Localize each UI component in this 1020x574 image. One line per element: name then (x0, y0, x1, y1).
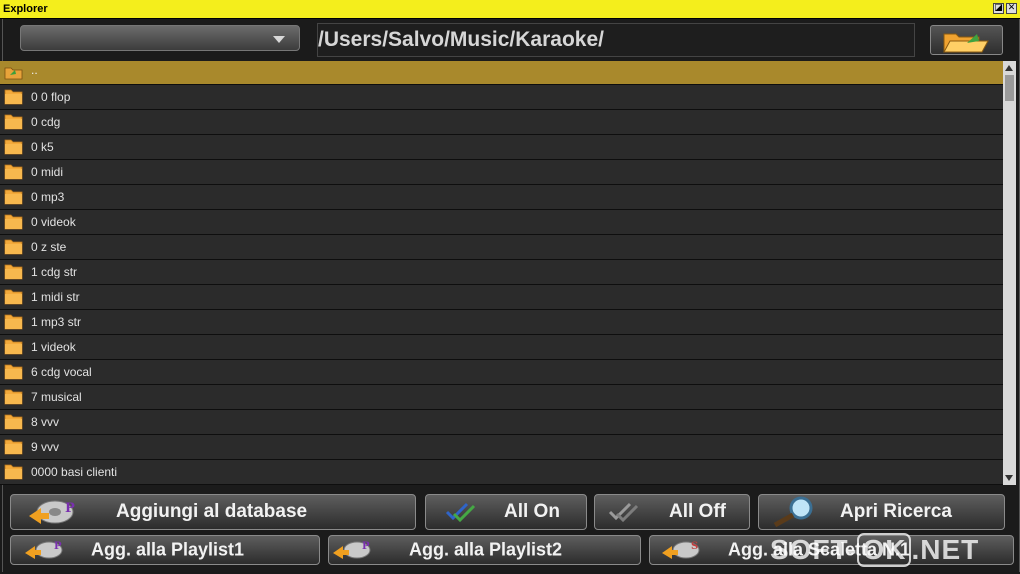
list-item[interactable]: 0 z ste (0, 235, 1003, 260)
list-item[interactable]: 0 k5 (0, 135, 1003, 160)
list-item[interactable]: 9 vvv (0, 435, 1003, 460)
list-item[interactable]: 0 midi (0, 160, 1003, 185)
list-item-label: 0000 basi clienti (31, 465, 118, 479)
checkmarks-on-icon (445, 502, 476, 523)
folder-open-icon (943, 33, 989, 53)
list-item[interactable]: 0000 basi clienti (0, 460, 1003, 485)
close-icon[interactable]: ✕ (1006, 3, 1017, 14)
folder-icon (4, 439, 23, 455)
open-search-button[interactable]: Apri Ricerca (758, 494, 1005, 530)
list-item-label: 0 mp3 (31, 190, 65, 204)
folder-icon (4, 264, 23, 280)
list-item[interactable]: 0 cdg (0, 110, 1003, 135)
folder-icon (4, 339, 23, 355)
all-off-label: All Off (669, 501, 726, 522)
svg-text:P: P (362, 541, 370, 552)
playlist-add-icon: P (25, 541, 63, 559)
path-field[interactable]: /Users/Salvo/Music/Karaoke/ (317, 23, 915, 57)
file-list: .. 0 0 flop 0 cdg 0 k5 0 midi 0 mp3 0 videok 0… (0, 61, 1003, 485)
folder-icon (4, 139, 23, 155)
open-search-label: Apri Ricerca (840, 501, 952, 522)
list-item-label: 1 videok (31, 340, 76, 354)
svg-text:S: S (691, 541, 698, 552)
folder-icon (4, 114, 23, 130)
scroll-up-icon[interactable] (1005, 65, 1013, 71)
folder-icon (4, 414, 23, 430)
add-to-database-button[interactable]: P Aggiungi al database (10, 494, 416, 530)
folder-icon (4, 389, 23, 405)
folder-icon (4, 214, 23, 230)
folder-icon (4, 189, 23, 205)
list-item-label: .. (31, 63, 38, 77)
list-item-label: 0 cdg (31, 115, 61, 129)
svg-text:P: P (65, 501, 75, 516)
add-to-playlist1-label: Agg. alla Playlist1 (91, 539, 245, 560)
all-off-button[interactable]: All Off (594, 494, 750, 530)
add-to-database-label: Aggiungi al database (116, 501, 308, 522)
watermark-text-2: OK (857, 533, 912, 567)
parent-directory-row[interactable]: .. (0, 61, 1003, 85)
watermark: SOFT- OK .NET (770, 533, 979, 567)
list-item-label: 1 cdg str (31, 265, 78, 279)
list-item-label: 1 midi str (31, 290, 80, 304)
database-add-icon: P (29, 500, 75, 524)
folder-icon (4, 89, 23, 105)
location-dropdown[interactable] (20, 25, 300, 51)
svg-text:P: P (54, 541, 62, 552)
list-item[interactable]: 1 videok (0, 335, 1003, 360)
list-item-label: 0 midi (31, 165, 64, 179)
add-to-playlist2-button[interactable]: P Agg. alla Playlist2 (328, 535, 641, 565)
list-item-label: 1 mp3 str (31, 315, 82, 329)
all-on-label: All On (504, 501, 560, 522)
chevron-down-icon (273, 36, 285, 43)
list-item-label: 9 vvv (31, 440, 60, 454)
scroll-thumb[interactable] (1005, 75, 1014, 101)
restore-icon[interactable]: ◪ (993, 3, 1004, 14)
list-item[interactable]: 0 mp3 (0, 185, 1003, 210)
scaletta-add-icon: S (662, 541, 700, 559)
folder-icon (4, 164, 23, 180)
open-folder-button[interactable] (930, 25, 1003, 55)
watermark-text-3: .NET (911, 534, 980, 565)
folder-up-icon (4, 67, 23, 80)
title-bar: Explorer ◪ ✕ (0, 0, 1020, 19)
magnifier-icon (773, 496, 813, 528)
path-text: /Users/Salvo/Music/Karaoke/ (318, 28, 604, 51)
checkmarks-off-icon (608, 502, 639, 523)
list-item-label: 0 k5 (31, 140, 54, 154)
list-item-label: 7 musical (31, 390, 82, 404)
list-item[interactable]: 1 cdg str (0, 260, 1003, 285)
list-item[interactable]: 0 0 flop (0, 85, 1003, 110)
all-on-button[interactable]: All On (425, 494, 587, 530)
list-item-label: 0 0 flop (31, 90, 71, 104)
folder-icon (4, 364, 23, 380)
list-item[interactable]: 1 mp3 str (0, 310, 1003, 335)
list-item[interactable]: 8 vvv (0, 410, 1003, 435)
folder-icon (4, 289, 23, 305)
watermark-text-1: SOFT- (770, 534, 858, 565)
list-item[interactable]: 1 midi str (0, 285, 1003, 310)
list-scrollbar[interactable] (1003, 61, 1016, 485)
add-to-playlist1-button[interactable]: P Agg. alla Playlist1 (10, 535, 320, 565)
list-item-label: 0 z ste (31, 240, 67, 254)
playlist-add-icon: P (333, 541, 371, 559)
folder-icon (4, 464, 23, 480)
folder-icon (4, 314, 23, 330)
list-item-label: 6 cdg vocal (31, 365, 92, 379)
list-item[interactable]: 7 musical (0, 385, 1003, 410)
list-item-label: 0 videok (31, 215, 76, 229)
window-title: Explorer (3, 3, 48, 15)
list-item[interactable]: 0 videok (0, 210, 1003, 235)
add-to-playlist2-label: Agg. alla Playlist2 (409, 539, 563, 560)
folder-icon (4, 239, 23, 255)
list-item[interactable]: 6 cdg vocal (0, 360, 1003, 385)
list-item-label: 8 vvv (31, 415, 60, 429)
scroll-down-icon[interactable] (1005, 475, 1013, 481)
